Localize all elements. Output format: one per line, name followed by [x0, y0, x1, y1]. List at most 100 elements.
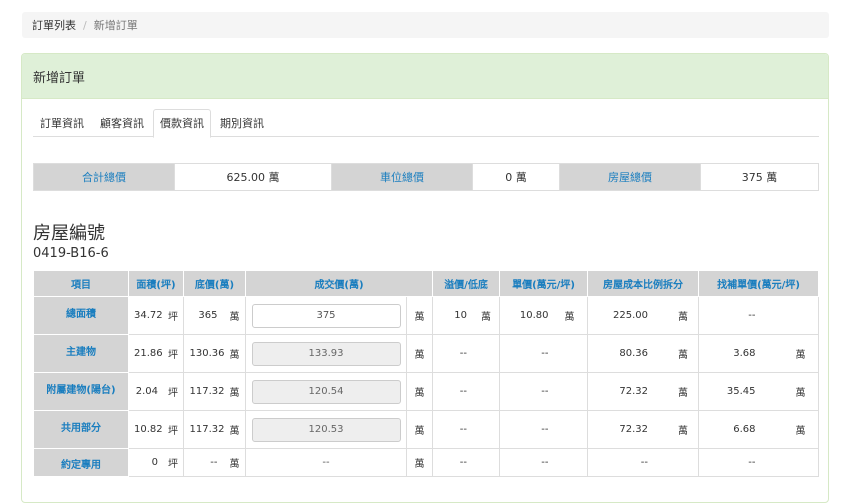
cost-split-cell: 225.00 萬 [588, 308, 698, 323]
area-cell: 21.86 坪 [129, 346, 183, 361]
base-price-cell-unit: 萬 [229, 388, 240, 399]
table-row: 總面積 34.72 坪 365 萬 375 萬 10 萬 10.80 萬 225.00 萬 -- [33, 296, 820, 335]
adjust-price-cell-number: -- [748, 457, 756, 468]
premium-cell: -- [433, 457, 499, 468]
unit-price-cell-number: -- [541, 348, 549, 359]
cost-split-cell-number: 225.00 [613, 310, 649, 321]
column-header: 單價(萬元/坪) [499, 270, 589, 297]
table-row: 附屬建物(陽台) 2.04 坪 117.32 萬 120.54 萬 -- -- 72.32 萬 35.… [33, 372, 820, 411]
cost-split-cell: -- [588, 457, 698, 468]
adjust-price-cell-unit: 萬 [795, 426, 806, 437]
total-price-label: 合計總價 [33, 163, 175, 191]
table-row: 主建物 21.86 坪 130.36 萬 133.93 萬 -- -- 80.36 萬 3.68 萬 [33, 334, 820, 373]
tab-customer-info[interactable]: 顧客資訊 [93, 109, 151, 137]
adjust-price-cell: 6.68 萬 [699, 422, 818, 437]
base-price-cell: -- 萬 [184, 455, 245, 470]
deal-price-unit: 萬 [405, 372, 434, 411]
unit-price-cell: -- [500, 386, 587, 397]
house-number-heading: 房屋編號 [33, 223, 105, 244]
column-header: 成交價(萬) [244, 270, 434, 297]
base-price-cell-number: 117.32 [189, 424, 225, 435]
premium-cell-number: -- [459, 424, 468, 435]
base-price-cell-number: -- [210, 457, 218, 468]
area-cell-unit: 坪 [168, 426, 178, 437]
price-summary-table: 合計總價 625.00 萬 車位總價 0 萬 房屋總價 375 萬 [33, 163, 819, 191]
unit-price-cell-number: -- [541, 386, 549, 397]
premium-cell-number: -- [459, 457, 468, 468]
deal-price-unit: 萬 [405, 334, 434, 373]
base-price-cell: 117.32 萬 [184, 384, 245, 399]
area-cell: 34.72 坪 [129, 308, 183, 323]
area-cell-unit: 坪 [168, 312, 178, 323]
deal-price-unit: 萬 [405, 448, 434, 477]
house-price-label: 房屋總價 [559, 163, 701, 191]
cost-split-cell-number: 72.32 [619, 386, 649, 397]
deal-price-value: -- [322, 457, 330, 468]
tab-order-info[interactable]: 訂單資訊 [33, 109, 91, 137]
row-item-label: 附屬建物(陽台) [33, 372, 129, 411]
area-cell-number: 2.04 [135, 386, 158, 397]
breadcrumb-current: 新增訂單 [93, 19, 138, 32]
adjust-price-cell-unit: 萬 [795, 388, 806, 399]
premium-cell: 10 萬 [433, 308, 499, 323]
base-price-cell-number: 365 [198, 310, 218, 321]
base-price-cell-unit: 萬 [229, 426, 240, 437]
area-cell-number: 0 [151, 457, 158, 468]
deal-price-unit: 萬 [405, 410, 434, 449]
breadcrumb: 訂單列表 / 新增訂單 [22, 12, 829, 38]
area-cell-unit: 坪 [168, 459, 178, 470]
adjust-price-cell-number: -- [748, 310, 756, 321]
unit-price-cell: -- [500, 424, 587, 435]
row-item-label: 總面積 [33, 296, 129, 335]
deal-price-input[interactable]: 375 [251, 303, 401, 328]
adjust-price-cell-number: 3.68 [733, 348, 756, 359]
order-panel: 新增訂單 訂單資訊 顧客資訊 價款資訊 期別資訊 合計總價 625.00 萬 車… [21, 53, 829, 503]
adjust-price-cell: -- [699, 310, 818, 321]
base-price-cell-number: 117.32 [189, 386, 225, 397]
premium-cell: -- [433, 348, 499, 359]
adjust-price-cell: 35.45 萬 [699, 384, 818, 399]
table-header-row: 項目 面積(坪) 底價(萬) 成交價(萬) 溢價/低底 單價(萬元/坪) 房屋成… [33, 270, 820, 297]
unit-price-cell-number: -- [541, 457, 549, 468]
breadcrumb-link-order-list[interactable]: 訂單列表 [32, 17, 76, 33]
column-header: 房屋成本比例拆分 [587, 270, 700, 297]
unit-price-cell-number: 10.80 [519, 310, 549, 321]
adjust-price-cell-unit: 萬 [795, 350, 806, 361]
adjust-price-cell: -- [699, 457, 818, 468]
unit-price-cell: 10.80 萬 [500, 308, 587, 323]
breadcrumb-separator: / [83, 18, 87, 32]
price-breakdown-table: 項目 面積(坪) 底價(萬) 成交價(萬) 溢價/低底 單價(萬元/坪) 房屋成… [33, 270, 820, 477]
unit-price-cell-number: -- [541, 424, 549, 435]
area-cell-unit: 坪 [168, 388, 178, 399]
house-number-value: 0419-B16-6 [33, 246, 109, 261]
area-cell: 0坪 [129, 455, 183, 470]
parking-price-label: 車位總價 [331, 163, 473, 191]
cost-split-cell-unit: 萬 [678, 312, 689, 323]
deal-price-field-readonly: 133.93 [251, 341, 401, 366]
cost-split-cell-number: 72.32 [619, 424, 649, 435]
base-price-cell-unit: 萬 [229, 350, 240, 361]
base-price-cell-unit: 萬 [229, 459, 240, 470]
area-cell-number: 21.86 [134, 348, 163, 359]
column-header: 面積(坪) [128, 270, 184, 297]
base-price-cell: 130.36 萬 [184, 346, 245, 361]
tab-price-info[interactable]: 價款資訊 [153, 109, 211, 138]
base-price-cell: 117.32 萬 [184, 422, 245, 437]
tab-period-info[interactable]: 期別資訊 [213, 109, 271, 137]
column-header: 溢價/低底 [432, 270, 501, 297]
premium-cell-unit: 萬 [481, 312, 492, 323]
base-price-cell: 365 萬 [184, 308, 245, 323]
deal-price-unit: 萬 [405, 296, 434, 335]
house-price-value: 375 萬 [700, 163, 819, 191]
cost-split-cell-unit: 萬 [678, 388, 689, 399]
adjust-price-cell-number: 35.45 [726, 386, 756, 397]
area-cell: 2.04 坪 [129, 384, 183, 399]
panel-title: 新增訂單 [22, 54, 828, 99]
cost-split-cell: 80.36 萬 [588, 346, 698, 361]
cost-split-cell-number: -- [640, 457, 649, 468]
cost-split-cell-number: 80.36 [619, 348, 649, 359]
column-header: 底價(萬) [183, 270, 246, 297]
unit-price-cell-unit: 萬 [564, 312, 575, 323]
unit-price-cell: -- [500, 348, 587, 359]
deal-price-field-readonly: 120.53 [251, 417, 401, 442]
